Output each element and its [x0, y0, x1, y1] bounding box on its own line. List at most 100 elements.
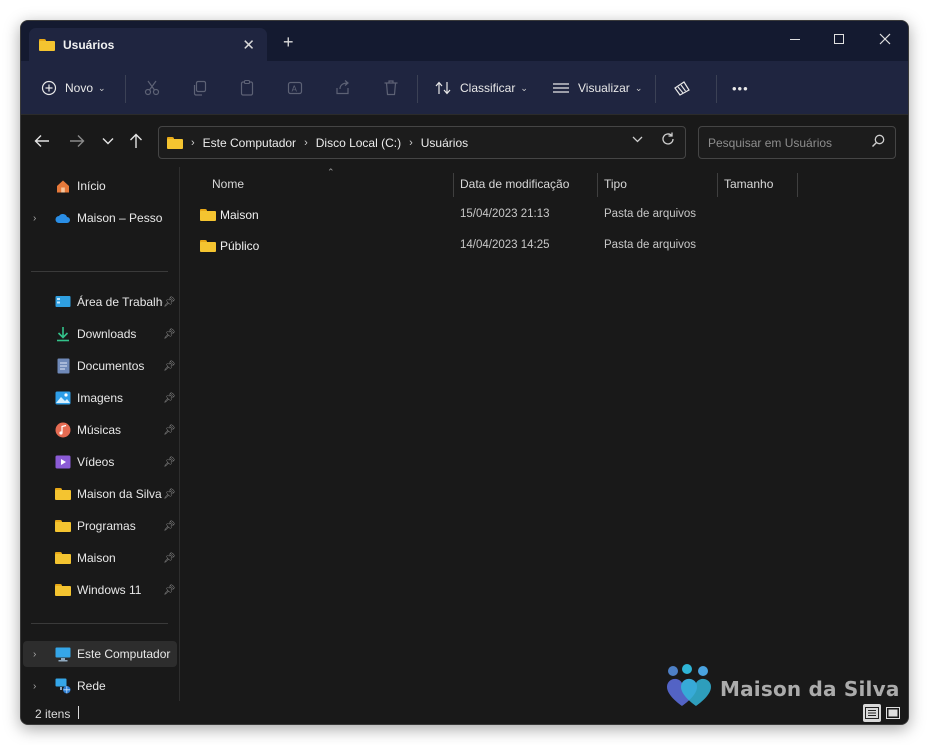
share-icon — [336, 80, 349, 95]
sidebar-item-maison-pessoal[interactable]: › Maison – Pessoal — [23, 205, 177, 231]
sort-ascending-icon: ⌃ — [327, 167, 335, 177]
file-list: ⌃ Nome Data de modificação Tipo Tamanho … — [181, 167, 908, 701]
eraser-icon — [674, 81, 690, 96]
column-divider[interactable] — [597, 173, 598, 197]
home-icon — [55, 178, 71, 194]
more-options-button[interactable]: ••• — [732, 73, 749, 103]
column-header-size[interactable]: Tamanho — [724, 177, 773, 191]
search-box[interactable] — [698, 126, 896, 159]
view-button-label: Visualizar — [578, 81, 630, 95]
sidebar-item-label: Vídeos — [77, 455, 115, 469]
breadcrumb-este-computador[interactable]: Este Computador — [203, 136, 296, 150]
sidebar-item-label: Maison — [77, 551, 116, 565]
pin-icon[interactable]: 📌︎ — [163, 361, 176, 372]
list-view-icon — [553, 83, 569, 93]
chevron-right-icon[interactable]: › — [33, 681, 36, 692]
desktop-icon — [55, 294, 71, 310]
paste-button[interactable] — [238, 73, 256, 103]
sidebar-item-este-computador[interactable]: › Este Computador — [23, 641, 177, 667]
sidebar-item-rede[interactable]: › Rede — [23, 673, 177, 699]
trash-icon — [384, 80, 398, 96]
pin-icon[interactable]: 📌︎ — [163, 489, 176, 500]
folder-icon — [55, 582, 71, 598]
sidebar-item-inicio[interactable]: Início — [23, 173, 177, 199]
image-icon — [55, 390, 71, 406]
refresh-button[interactable] — [661, 132, 675, 150]
pin-icon[interactable]: 📌︎ — [163, 553, 176, 564]
sort-arrows-icon — [435, 81, 451, 95]
new-tab-button[interactable]: + — [283, 32, 294, 53]
watermark: Maison da Silva — [663, 663, 903, 713]
folder-icon — [200, 209, 216, 221]
copy-button[interactable] — [191, 73, 209, 103]
sidebar-item-videos[interactable]: Vídeos 📌︎ — [23, 449, 177, 475]
document-icon — [55, 358, 71, 374]
new-button[interactable]: Novo ⌄ — [41, 73, 106, 103]
chevron-down-icon: ⌄ — [98, 82, 106, 93]
back-button[interactable] — [30, 129, 54, 153]
chevron-right-icon[interactable]: › — [33, 649, 36, 660]
chevron-right-icon[interactable]: › — [33, 213, 36, 224]
sidebar-item-programas[interactable]: Programas 📌︎ — [23, 513, 177, 539]
sidebar-item-label: Windows 11 — [77, 583, 142, 597]
pin-icon[interactable]: 📌︎ — [163, 329, 176, 340]
cut-button[interactable] — [143, 73, 161, 103]
sidebar-item-maison-da-silva[interactable]: Maison da Silva 📌︎ — [23, 481, 177, 507]
filter-button[interactable] — [672, 73, 692, 103]
pin-icon[interactable]: 📌︎ — [163, 297, 176, 308]
maximize-button[interactable] — [825, 27, 853, 51]
up-button[interactable] — [124, 129, 148, 153]
share-button[interactable] — [334, 73, 352, 103]
sidebar-item-musicas[interactable]: Músicas 📌︎ — [23, 417, 177, 443]
search-input[interactable] — [699, 127, 859, 158]
column-header-type[interactable]: Tipo — [604, 177, 627, 191]
sidebar-item-label: Área de Trabalho — [77, 295, 163, 309]
minimize-button[interactable] — [781, 27, 809, 51]
close-icon — [879, 33, 891, 45]
sidebar-item-windows-11[interactable]: Windows 11 📌︎ — [23, 577, 177, 603]
pin-icon[interactable]: 📌︎ — [163, 585, 176, 596]
sidebar-item-imagens[interactable]: Imagens 📌︎ — [23, 385, 177, 411]
breadcrumb-disco-local[interactable]: Disco Local (C:) — [316, 136, 401, 150]
sidebar-item-label: Início — [77, 179, 106, 193]
file-explorer-window: Usuários ✕ + Novo ⌄ A Classificar ⌄ Visu… — [20, 20, 909, 725]
forward-button[interactable] — [65, 129, 89, 153]
column-divider[interactable] — [453, 173, 454, 197]
navigation-pane: Início › Maison – Pessoal Área de Trabal… — [21, 167, 180, 701]
pin-icon[interactable]: 📌︎ — [163, 425, 176, 436]
delete-button[interactable] — [382, 73, 400, 103]
column-divider[interactable] — [717, 173, 718, 197]
search-icon[interactable] — [871, 134, 885, 151]
pin-icon[interactable]: 📌︎ — [163, 521, 176, 532]
new-button-label: Novo — [65, 81, 94, 95]
file-modified: 14/04/2023 14:25 — [460, 239, 550, 251]
address-history-dropdown[interactable] — [632, 135, 643, 146]
sidebar-item-area-de-trabalho[interactable]: Área de Trabalho 📌︎ — [23, 289, 177, 315]
folder-icon — [39, 38, 55, 51]
view-button[interactable]: Visualizar ⌄ — [552, 73, 642, 103]
sidebar-item-documentos[interactable]: Documentos 📌︎ — [23, 353, 177, 379]
tab-usuarios[interactable]: Usuários ✕ — [29, 28, 267, 61]
clipboard-icon — [240, 79, 254, 96]
address-bar[interactable]: › Este Computador › Disco Local (C:) › U… — [158, 126, 686, 159]
rename-button[interactable]: A — [286, 73, 304, 103]
tab-close-icon[interactable]: ✕ — [242, 36, 255, 54]
file-row[interactable]: Maison 15/04/2023 21:13 Pasta de arquivo… — [194, 202, 714, 228]
breadcrumb-usuarios[interactable]: Usuários — [421, 136, 468, 150]
pin-icon[interactable]: 📌︎ — [163, 393, 176, 404]
sort-button[interactable]: Classificar ⌄ — [434, 73, 528, 103]
close-window-button[interactable] — [871, 27, 899, 51]
pin-icon[interactable]: 📌︎ — [163, 457, 176, 468]
chevron-right-icon: › — [191, 136, 195, 149]
file-modified: 15/04/2023 21:13 — [460, 208, 550, 220]
file-row[interactable]: Público 14/04/2023 14:25 Pasta de arquiv… — [194, 233, 714, 259]
sidebar-item-maison[interactable]: Maison 📌︎ — [23, 545, 177, 571]
column-header-modified[interactable]: Data de modificação — [460, 177, 569, 191]
column-divider[interactable] — [797, 173, 798, 197]
sidebar-item-label: Rede — [77, 679, 106, 693]
column-header-name[interactable]: Nome — [212, 177, 244, 191]
music-icon — [55, 422, 71, 438]
recent-locations-button[interactable] — [96, 129, 120, 153]
computer-icon — [55, 646, 71, 662]
sidebar-item-downloads[interactable]: Downloads 📌︎ — [23, 321, 177, 347]
